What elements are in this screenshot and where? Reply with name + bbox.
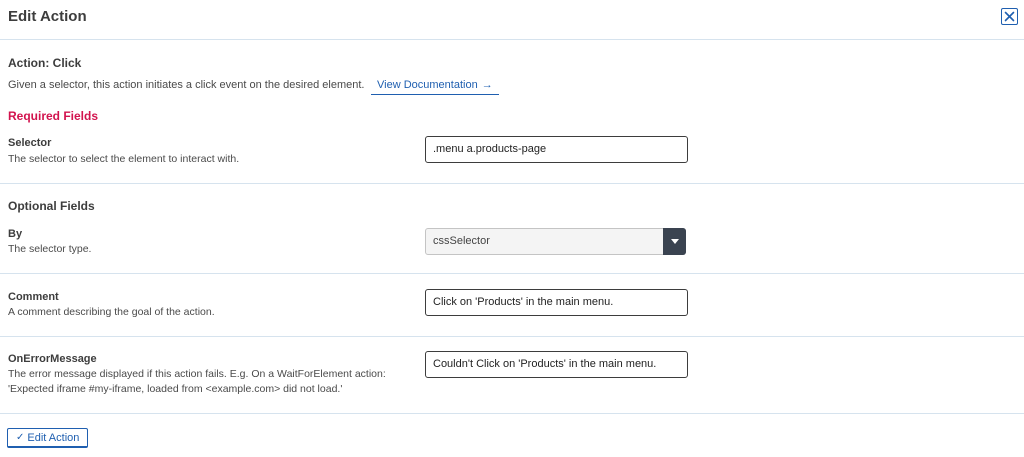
selector-description: The selector to select the element to in… [8,153,240,165]
comment-label: Comment [8,291,59,303]
close-button[interactable] [1001,8,1018,25]
modal-header: Edit Action [0,0,1024,40]
onerrormessage-description-line2: 'Expected iframe #my-iframe, loaded from… [8,383,343,395]
optional-fields-heading: Optional Fields [8,199,95,213]
edit-action-button[interactable]: ✓ Edit Action [7,428,89,448]
close-icon [1004,11,1015,22]
modal-title: Edit Action [8,8,87,25]
view-documentation-label: View Documentation [377,79,478,91]
check-icon: ✓ [16,432,25,443]
by-description: The selector type. [8,243,92,255]
by-select[interactable]: cssSelector [425,228,686,255]
onerrormessage-label: OnErrorMessage [8,353,97,365]
onerrormessage-description-line1: The error message displayed if this acti… [8,368,386,380]
selector-input[interactable]: .menu a.products-page [425,136,688,163]
caret-down-icon [670,239,679,244]
selector-label: Selector [8,137,52,149]
action-title: Action: Click [8,56,82,70]
arrow-right-icon: → [481,79,493,91]
section-divider [0,413,1024,414]
view-documentation-link[interactable]: View Documentation → [371,77,499,95]
onerrormessage-input[interactable]: Couldn't Click on 'Products' in the main… [425,351,688,378]
section-divider [0,273,1024,274]
action-description: Given a selector, this action initiates … [8,79,365,91]
section-divider [0,336,1024,337]
by-select-value: cssSelector [433,235,490,247]
comment-description: A comment describing the goal of the act… [8,306,215,318]
required-fields-heading: Required Fields [8,109,99,123]
section-divider [0,183,1024,184]
comment-input[interactable]: Click on 'Products' in the main menu. [425,289,688,316]
by-label: By [8,228,23,240]
edit-action-button-label: Edit Action [27,431,80,444]
dropdown-toggle[interactable] [663,228,686,255]
